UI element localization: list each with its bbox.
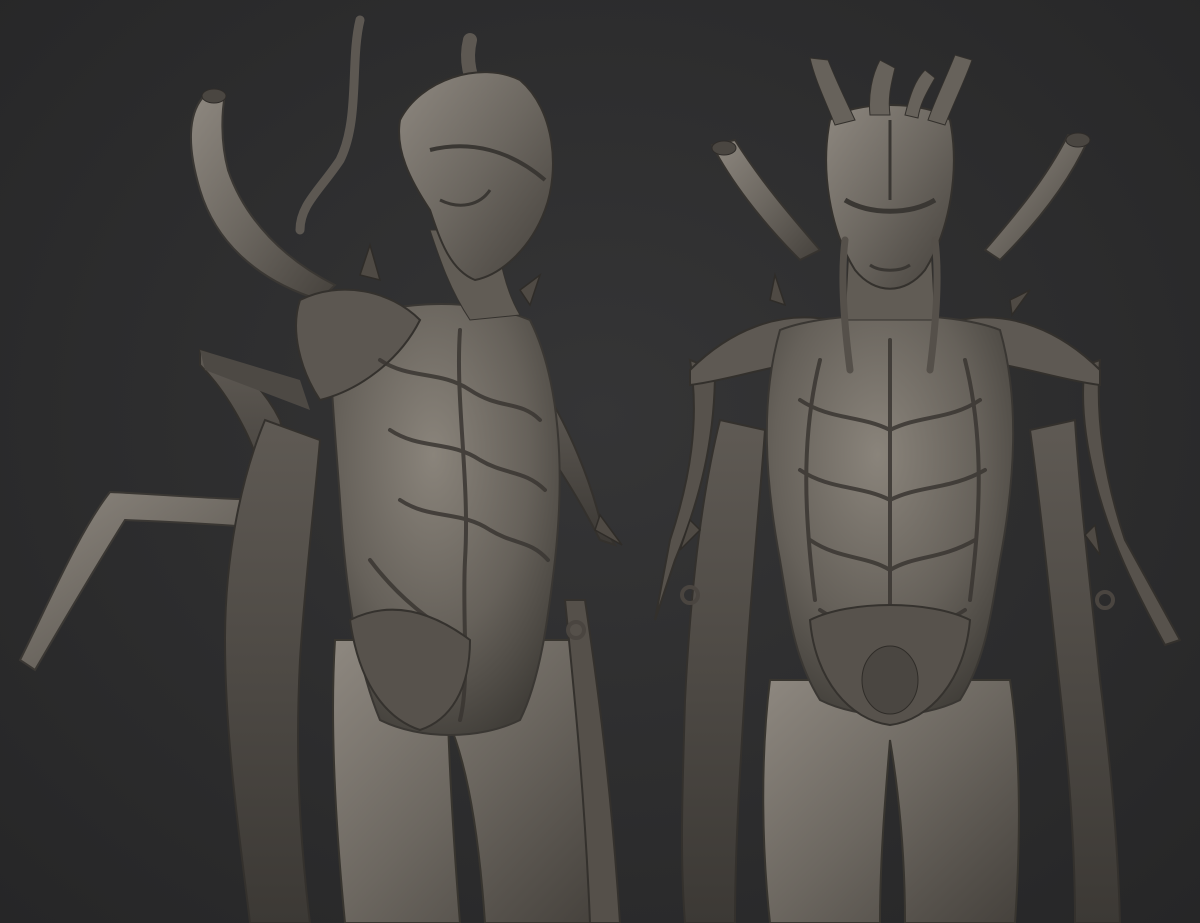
alien-sculpt-front-view	[654, 54, 1182, 923]
left-figure-arm-left	[223, 418, 322, 923]
front-horn-left	[710, 138, 822, 262]
left-figure-head	[398, 71, 554, 282]
alien-sculpt-three-quarter-view	[18, 15, 623, 923]
render-svg	[18, 15, 1182, 923]
render-viewport	[0, 0, 1200, 923]
front-horn-right	[983, 133, 1090, 262]
